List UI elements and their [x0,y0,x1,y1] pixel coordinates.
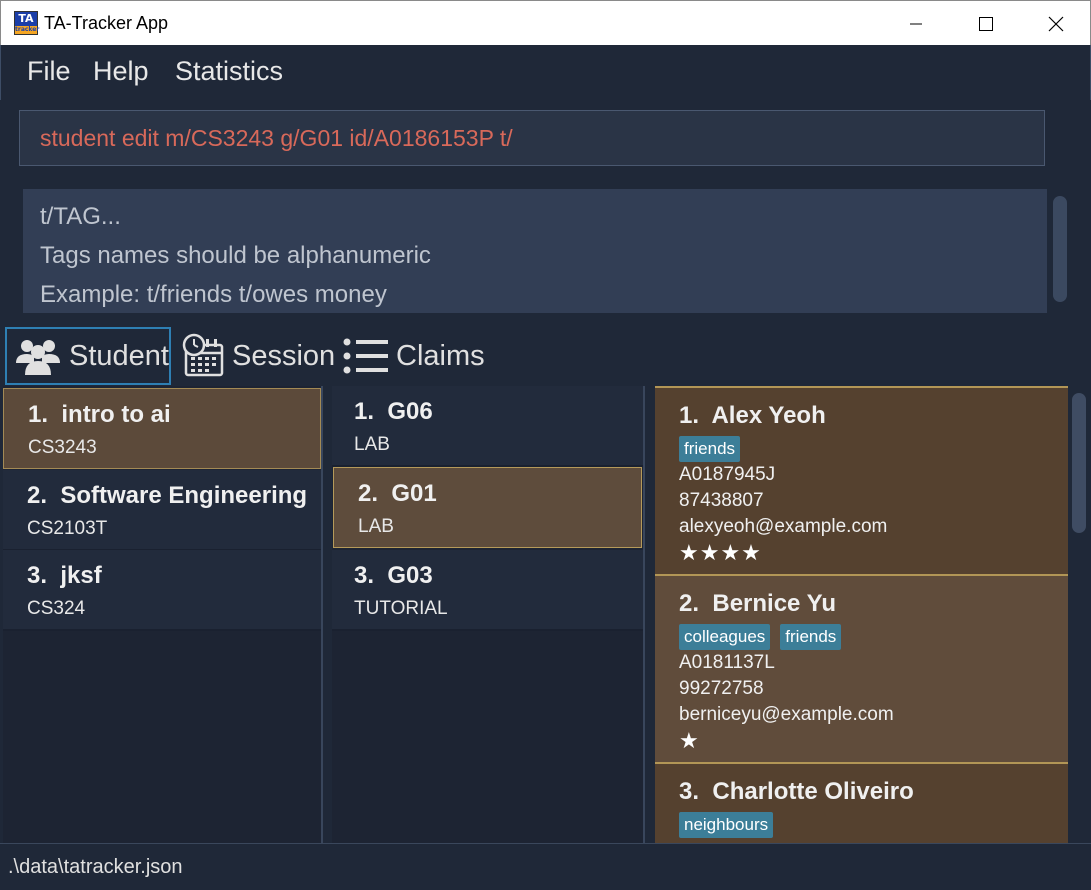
module-card[interactable]: 2. Software Engineering CS2103T [3,470,321,551]
result-scrollbar[interactable] [1053,196,1067,302]
tag-label: friends [679,436,741,462]
module-code: CS324 [27,598,86,619]
close-icon [1048,16,1064,31]
student-email: berniceyu@example.com [679,704,894,725]
app-logo-text-top: TA [15,12,37,26]
module-title: 3. jksf [27,562,102,589]
tab-claims-label: Claims [396,339,485,372]
maximize-icon [979,16,993,31]
student-phone: 99272758 [679,678,764,699]
calendar-clock-icon [182,333,224,377]
window-title: TA-Tracker App [44,13,169,33]
module-title: 1. intro to ai [28,401,171,428]
module-card[interactable]: 1. intro to ai CS3243 [3,388,321,469]
maximize-button[interactable] [951,1,1021,46]
student-list: 1. Alex Yeoh friends A0187945J 87438807 … [655,386,1068,843]
menu-bar: File Help Statistics [0,45,1091,100]
tab-session-label: Session [232,339,336,372]
student-card[interactable]: 3. Charlotte Oliveiro neighbours [655,762,1068,843]
module-code: CS3243 [28,437,97,458]
minimize-icon [910,23,922,24]
group-title: 2. G01 [358,480,437,507]
group-type: LAB [354,434,390,455]
status-bar: .\data\tatracker.json [0,843,1091,890]
module-code: CS2103T [27,518,108,539]
module-list: 1. intro to ai CS3243 2. Software Engine… [3,386,321,843]
command-input[interactable]: student edit m/CS3243 g/G01 id/A0186153P… [19,110,1045,166]
result-line: t/TAG... [40,203,121,230]
student-card[interactable]: 1. Alex Yeoh friends A0187945J 87438807 … [655,386,1068,574]
student-rating: ★★★★ [679,540,762,565]
student-name: 3. Charlotte Oliveiro [679,778,914,805]
student-phone: 87438807 [679,490,764,511]
tag-label: neighbours [679,812,774,838]
minimize-button[interactable] [881,1,951,46]
tab-session[interactable]: Session [180,327,335,385]
student-email: alexyeoh@example.com [679,516,888,537]
list-icon [343,338,388,374]
student-matric: A0181137L [679,652,775,673]
panel-divider [321,386,323,843]
app-logo-text-bottom: tracker [15,26,40,33]
student-list-scrollbar[interactable] [1072,393,1086,533]
student-name: 2. Bernice Yu [679,590,836,617]
student-card[interactable]: 2. Bernice Yu colleagues friends A018113… [655,574,1068,762]
student-tags: neighbours [679,812,774,838]
result-display: t/TAG... Tags names should be alphanumer… [23,189,1047,313]
group-card[interactable]: 3. G03 TUTORIAL [332,550,643,631]
student-matric: A0187945J [679,464,776,485]
menu-statistics[interactable]: Statistics [175,56,283,87]
group-type: LAB [358,516,394,537]
panel-divider [643,386,645,843]
students-icon [16,340,60,375]
app-logo-icon: TA tracker [14,11,40,35]
module-card[interactable]: 3. jksf CS324 [3,550,321,631]
tag-label: friends [780,624,842,650]
student-tags: friends [679,436,741,462]
student-name: 1. Alex Yeoh [679,402,826,429]
menu-help[interactable]: Help [93,56,149,87]
command-input-text: student edit m/CS3243 g/G01 id/A0186153P… [40,125,513,151]
module-title: 2. Software Engineering [27,482,308,509]
result-line: Tags names should be alphanumeric [40,242,431,269]
group-type: TUTORIAL [354,598,448,619]
tab-student[interactable]: Student [5,327,171,385]
title-bar: TA tracker TA-Tracker App [0,0,1091,45]
group-title: 3. G03 [354,562,433,589]
result-line: Example: t/friends t/owes money [40,281,387,308]
group-list: 1. G06 LAB 2. G01 LAB 3. G03 TUTORIAL [332,386,643,843]
student-rating: ★ [679,728,700,753]
tab-claims[interactable]: Claims [342,327,485,385]
tag-label: colleagues [679,624,771,650]
tab-student-label: Student [69,339,169,372]
data-file-path: .\data\tatracker.json [8,856,183,878]
group-card[interactable]: 1. G06 LAB [332,386,643,467]
group-title: 1. G06 [354,398,433,425]
menu-file[interactable]: File [27,56,71,87]
group-card[interactable]: 2. G01 LAB [333,467,642,548]
student-tags: colleagues friends [679,624,842,650]
close-button[interactable] [1021,1,1091,46]
